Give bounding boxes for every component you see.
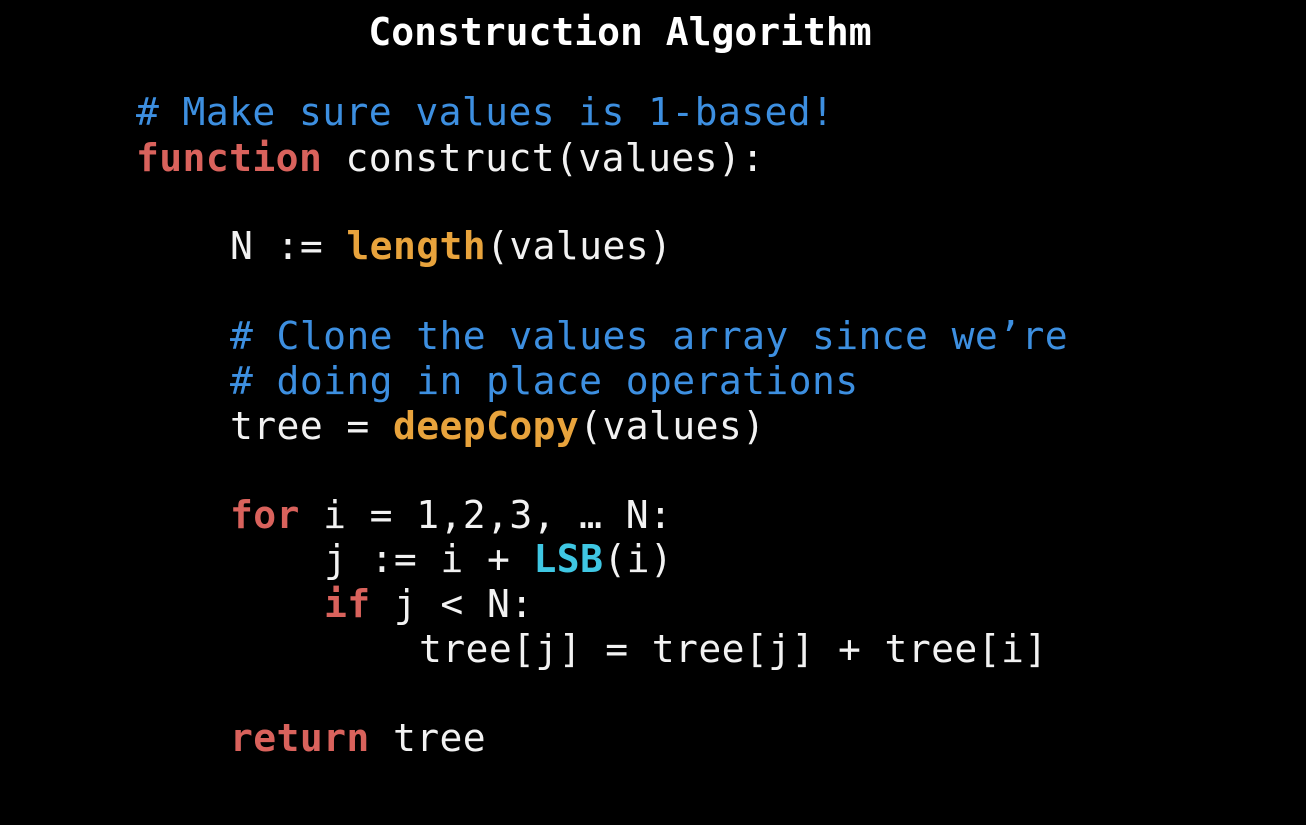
code-line: N := length(values) (230, 224, 672, 269)
slide-title: Construction Algorithm (368, 10, 872, 54)
code-token-plain: tree (369, 716, 487, 760)
code-line: for i = 1,2,3, … N: (230, 493, 672, 538)
code-line: j := i + LSB(i) (324, 537, 673, 582)
code-token-builtin: length (346, 224, 487, 268)
code-token-special: LSB (533, 537, 604, 581)
code-token-plain: N := (230, 224, 347, 268)
code-line: # Make sure values is 1-based! (136, 90, 834, 135)
code-token-plain: j < N: (370, 582, 534, 626)
code-token-builtin: deepCopy (392, 404, 580, 448)
code-token-keyword: for (230, 493, 300, 537)
code-token-plain: (values) (579, 404, 766, 448)
code-line: if j < N: (324, 582, 534, 627)
code-line: function construct(values): (136, 136, 765, 181)
code-line: return tree (230, 716, 486, 761)
code-line: tree = deepCopy(values) (230, 404, 765, 449)
code-token-plain: construct(values): (322, 136, 765, 180)
code-token-plain: (values) (486, 224, 673, 268)
code-token-plain: i = 1,2,3, … N: (299, 493, 673, 537)
code-token-keyword: if (324, 582, 371, 626)
code-token-comment: # Clone the values array since we’re (230, 314, 1069, 358)
code-token-plain: tree = (230, 404, 393, 448)
code-token-plain: tree[j] = tree[j] + tree[i] (419, 627, 1048, 671)
code-token-comment: # doing in place operations (230, 359, 859, 403)
code-token-comment: # Make sure values is 1-based! (136, 90, 835, 134)
code-token-plain: j := i + (324, 537, 534, 581)
code-line: # Clone the values array since we’re (230, 314, 1068, 359)
code-token-keyword: function (136, 136, 323, 180)
slide: Construction Algorithm # Make sure value… (0, 0, 1306, 825)
code-line: tree[j] = tree[j] + tree[i] (419, 627, 1048, 672)
code-token-plain: (i) (603, 537, 674, 581)
code-line: # doing in place operations (230, 359, 859, 404)
code-token-keyword: return (230, 716, 370, 760)
